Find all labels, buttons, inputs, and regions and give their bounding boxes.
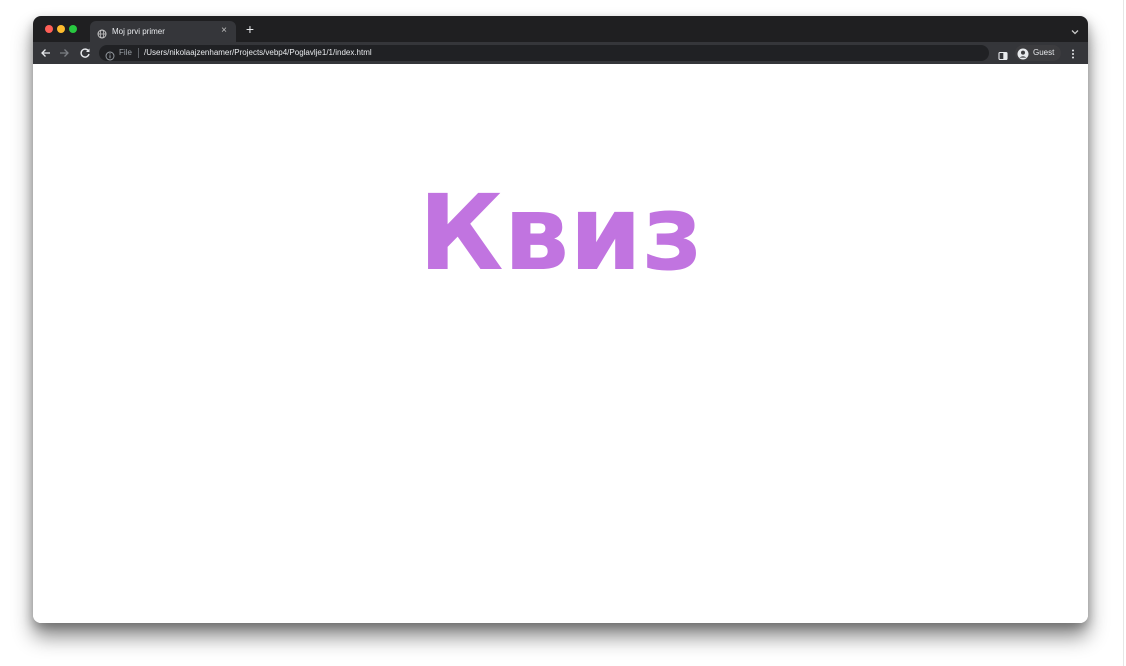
scheme-label: File bbox=[119, 48, 132, 57]
browser-toolbar: File /Users/nikolaajzenhamer/Projects/ve… bbox=[33, 42, 1088, 64]
side-panel-icon[interactable] bbox=[998, 48, 1008, 61]
minimize-window-button[interactable] bbox=[57, 25, 65, 33]
address-bar[interactable]: File /Users/nikolaajzenhamer/Projects/ve… bbox=[99, 45, 989, 61]
reload-icon[interactable] bbox=[78, 46, 92, 60]
omnibox-divider bbox=[138, 48, 139, 58]
tab-close-button[interactable]: × bbox=[218, 25, 230, 37]
maximize-window-button[interactable] bbox=[69, 25, 77, 33]
person-circle-icon bbox=[1017, 47, 1029, 60]
profile-label: Guest bbox=[1033, 48, 1055, 57]
page-viewport: Квиз bbox=[33, 64, 1088, 623]
arrow-left-icon[interactable] bbox=[39, 46, 53, 60]
new-tab-button[interactable]: + bbox=[243, 22, 257, 36]
tab-strip: Moj prvi primer × + bbox=[33, 16, 1088, 42]
page-edge-divider bbox=[1123, 0, 1124, 666]
profile-button[interactable]: Guest bbox=[1015, 45, 1061, 61]
info-icon[interactable] bbox=[105, 48, 115, 61]
url-text[interactable]: /Users/nikolaajzenhamer/Projects/vebp4/P… bbox=[144, 48, 372, 58]
three-dots-vertical-icon[interactable] bbox=[1069, 47, 1077, 59]
page-heading: Квиз bbox=[418, 172, 703, 294]
chevron-down-icon[interactable] bbox=[1070, 24, 1080, 35]
browser-window: Moj prvi primer × + File /Users/nikolaaj… bbox=[33, 16, 1088, 623]
close-window-button[interactable] bbox=[45, 25, 53, 33]
screenshot-canvas: Moj prvi primer × + File /Users/nikolaaj… bbox=[0, 0, 1126, 666]
arrow-right-icon[interactable] bbox=[57, 46, 71, 60]
globe-icon bbox=[97, 26, 107, 39]
tab-moj-prvi-primer[interactable]: Moj prvi primer × bbox=[90, 21, 236, 42]
tab-title: Moj prvi primer bbox=[112, 27, 165, 36]
